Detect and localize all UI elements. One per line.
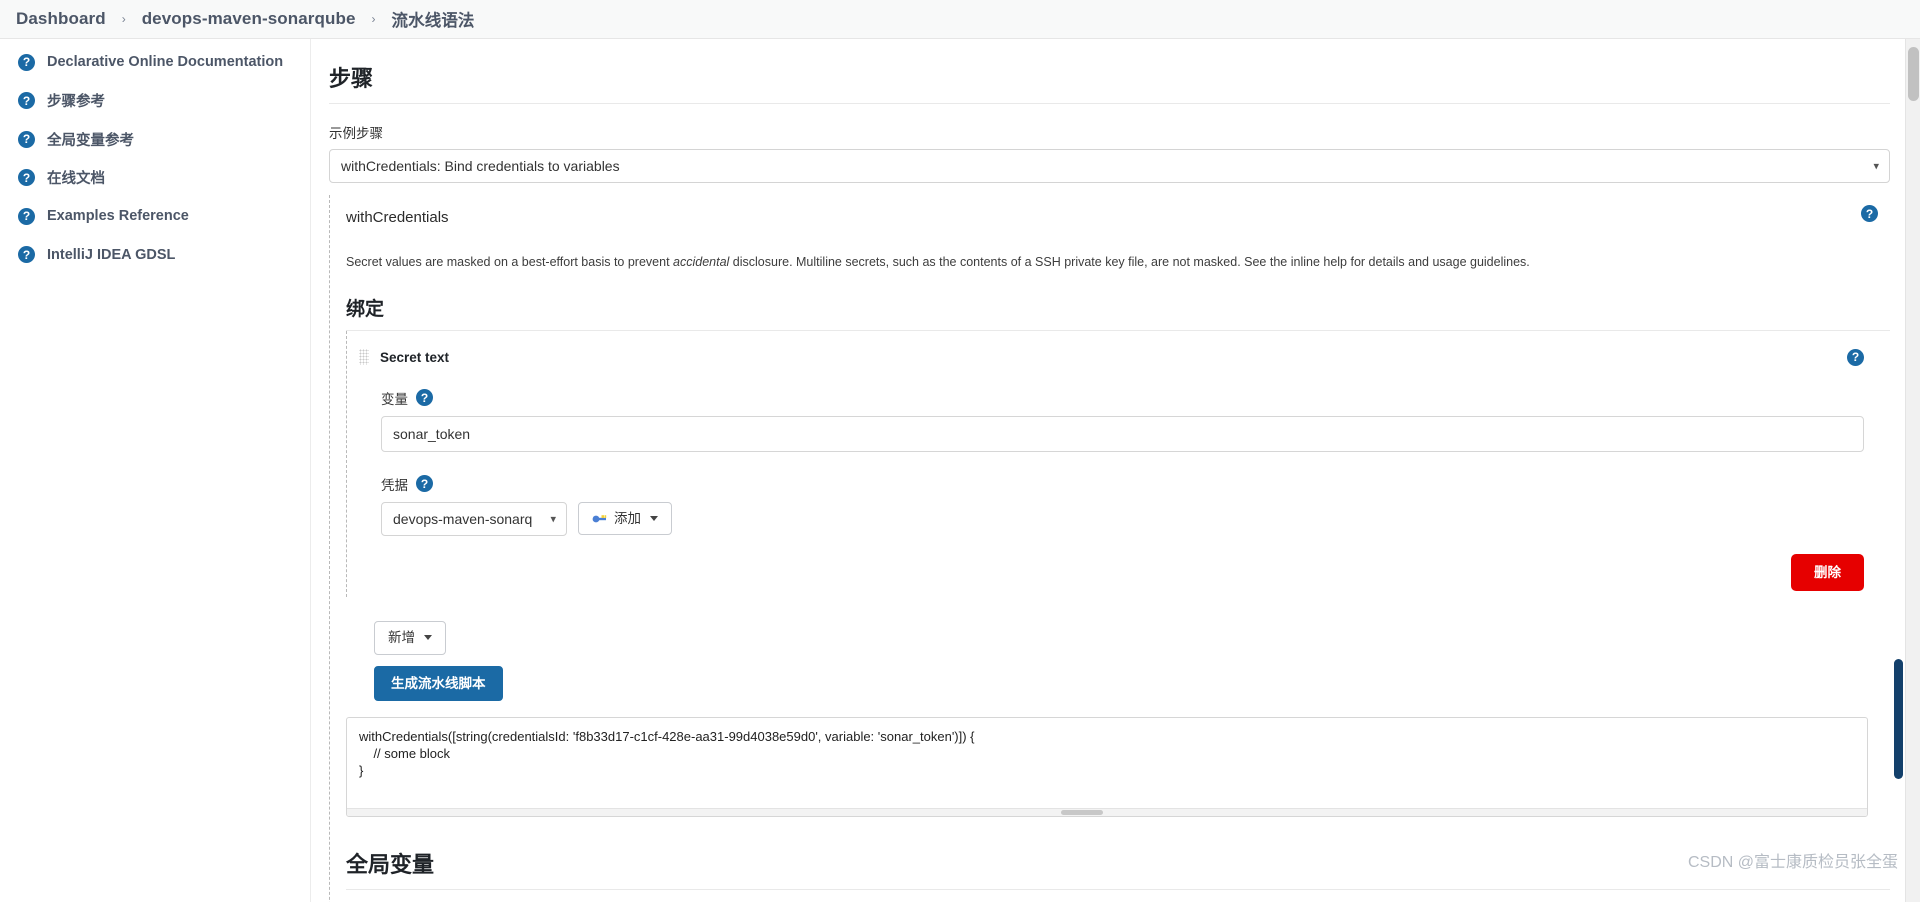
chevron-down-icon	[650, 516, 658, 521]
sidebar-item-step-reference[interactable]: ? 步骤参考	[0, 82, 310, 121]
credentials-select-wrapper: devops-maven-sonarqube ▾	[381, 501, 567, 536]
binding-entry-title: Secret text	[380, 349, 450, 365]
breadcrumb-item-dashboard[interactable]: Dashboard	[16, 9, 106, 29]
generated-script-text: withCredentials([string(credentialsId: '…	[359, 729, 975, 779]
help-icon[interactable]: ?	[416, 475, 433, 492]
page-scrollbar[interactable]	[1905, 39, 1920, 902]
step-description-part1: Secret values are masked on a best-effor…	[346, 255, 674, 269]
chevron-down-icon	[424, 635, 432, 641]
help-icon: ?	[18, 92, 35, 110]
variable-input[interactable]	[381, 415, 1864, 452]
sidebar-item-label: 全局变量参考	[47, 132, 134, 149]
sidebar-item-global-variable-reference[interactable]: ? 全局变量参考	[0, 120, 310, 159]
variable-label-row: 变量 ?	[381, 388, 1890, 408]
breadcrumb-separator: ›	[371, 12, 376, 26]
sidebar: ? Declarative Online Documentation ? 步骤参…	[0, 39, 310, 902]
inner-scrollbar[interactable]	[1893, 39, 1905, 902]
binding-entry-header: Secret text ?	[359, 348, 1890, 366]
key-icon	[592, 513, 608, 525]
add-credentials-label: 添加	[614, 510, 641, 526]
sidebar-item-label: 步骤参考	[47, 94, 105, 111]
add-credentials-button[interactable]: 添加	[578, 501, 672, 536]
code-horizontal-scrollbar-thumb[interactable]	[1061, 810, 1104, 815]
inner-scrollbar-thumb[interactable]	[1894, 659, 1903, 779]
sidebar-item-declarative-online-documentation[interactable]: ? Declarative Online Documentation	[0, 43, 310, 82]
global-variables-heading: 全局变量	[346, 847, 1890, 890]
variable-input-wrapper	[381, 415, 1890, 452]
main-content: 步骤 示例步骤 withCredentials: Bind credential…	[310, 39, 1920, 902]
add-binding-button[interactable]: 新增	[374, 621, 446, 655]
variable-label: 变量	[381, 391, 408, 407]
sidebar-item-label: IntelliJ IDEA GDSL	[47, 246, 176, 263]
sidebar-item-intellij-idea-gdsl[interactable]: ? IntelliJ IDEA GDSL	[0, 236, 310, 275]
sample-step-label: 示例步骤	[329, 126, 383, 141]
binding-actions: 新增 生成流水线脚本	[346, 621, 1890, 701]
page-title: 步骤	[329, 61, 1890, 104]
sample-step-select-wrapper: withCredentials: Bind credentials to var…	[329, 149, 1890, 183]
step-panel: withCredentials ? Secret values are mask…	[329, 195, 1890, 902]
credentials-row: devops-maven-sonarqube ▾ 添加	[381, 501, 1890, 536]
delete-binding-button[interactable]: 删除	[1791, 553, 1864, 591]
step-description-part2: disclosure. Multiline secrets, such as t…	[729, 255, 1530, 269]
breadcrumb-item-pipeline-syntax[interactable]: 流水线语法	[392, 7, 475, 31]
step-panel-title: withCredentials	[346, 209, 449, 226]
drag-handle-icon[interactable]	[359, 349, 369, 365]
add-binding-label: 新增	[388, 630, 415, 645]
sidebar-item-online-documentation[interactable]: ? 在线文档	[0, 159, 310, 198]
page-body: ? Declarative Online Documentation ? 步骤参…	[0, 39, 1920, 902]
help-icon[interactable]: ?	[1861, 205, 1878, 222]
credentials-select[interactable]: devops-maven-sonarqube	[381, 501, 567, 536]
delete-binding-row: 删除	[381, 553, 1890, 591]
sample-step-select[interactable]: withCredentials: Bind credentials to var…	[329, 149, 1890, 183]
binding-entry-body: 变量 ? 凭据 ? de	[359, 388, 1890, 591]
code-horizontal-scrollbar[interactable]	[347, 808, 1867, 816]
help-icon: ?	[18, 246, 35, 264]
help-icon: ?	[18, 130, 35, 148]
sidebar-item-label: Examples Reference	[47, 208, 189, 225]
help-icon: ?	[18, 207, 35, 225]
bindings-heading: 绑定	[346, 294, 1890, 331]
step-description-emphasis: accidental	[673, 255, 730, 269]
breadcrumb-separator: ›	[121, 12, 126, 26]
generated-script-output[interactable]: withCredentials([string(credentialsId: '…	[346, 717, 1868, 817]
sidebar-item-examples-reference[interactable]: ? Examples Reference	[0, 197, 310, 236]
sidebar-item-label: Declarative Online Documentation	[47, 54, 284, 71]
binding-entry: Secret text ? 变量 ? 凭据 ?	[346, 330, 1890, 597]
help-icon: ?	[18, 169, 35, 187]
credentials-label-row: 凭据 ?	[381, 474, 1890, 494]
page-scrollbar-thumb[interactable]	[1908, 47, 1919, 101]
help-icon[interactable]: ?	[1847, 348, 1864, 366]
help-icon[interactable]: ?	[416, 389, 433, 406]
generate-pipeline-script-button[interactable]: 生成流水线脚本	[374, 665, 503, 701]
credentials-label: 凭据	[381, 477, 408, 493]
sidebar-item-label: 在线文档	[47, 171, 105, 188]
step-description: Secret values are masked on a best-effor…	[346, 254, 1890, 272]
breadcrumb-item-job[interactable]: devops-maven-sonarqube	[142, 9, 356, 29]
help-icon: ?	[18, 53, 35, 71]
breadcrumb: Dashboard › devops-maven-sonarqube › 流水线…	[0, 0, 1920, 39]
